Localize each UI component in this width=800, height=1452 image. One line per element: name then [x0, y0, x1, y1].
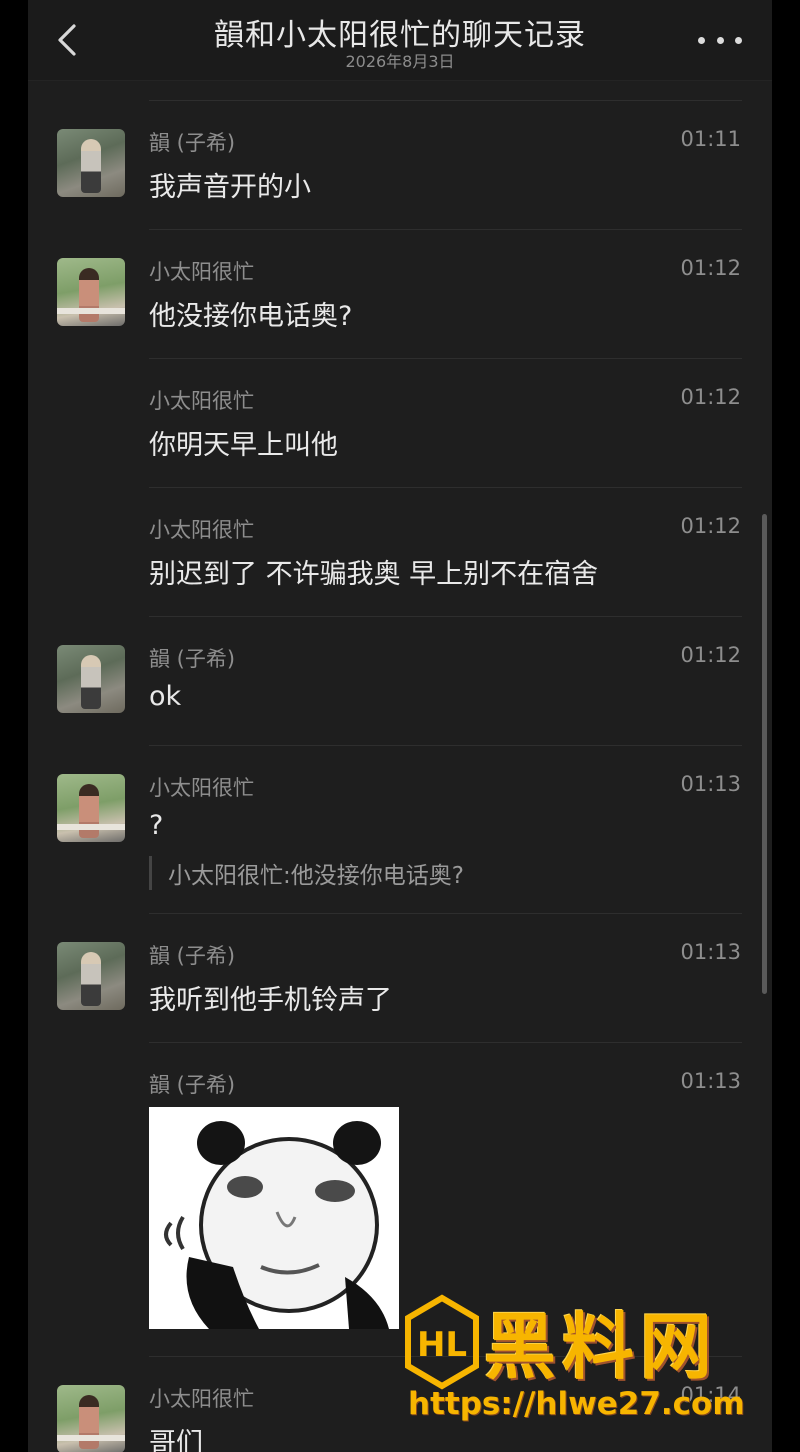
sender-name: 小太阳很忙 [149, 260, 254, 284]
watermark-url: https://hlwe27.com [408, 1386, 745, 1422]
watermark: HL 黑料网 https://hlwe27.com [398, 1294, 778, 1434]
message-item[interactable]: 韻 (子希) 01:12 ok [28, 617, 772, 746]
chat-date: 2026年8月3日 [345, 52, 455, 71]
message-item[interactable]: 小太阳很忙 01:12 你明天早上叫他 [28, 359, 772, 488]
message-time: 01:13 [680, 940, 741, 964]
message-text: 哥们 [149, 1428, 203, 1452]
avatar[interactable] [57, 258, 125, 326]
sender-name: 韻 (子希) [149, 944, 236, 968]
message-text: 别迟到了 不许骗我奥 早上别不在宿舍 [149, 559, 599, 590]
message-item[interactable]: 韻 (子希) 01:13 我听到他手机铃声了 [28, 914, 772, 1043]
message-item[interactable]: 小太阳很忙 01:13 ? 小太阳很忙:他没接你电话奥? [28, 746, 772, 914]
sender-name: 小太阳很忙 [149, 1387, 254, 1411]
watermark-brand: 黑料网 [484, 1305, 719, 1389]
sender-name: 小太阳很忙 [149, 776, 254, 800]
message-item[interactable]: 小太阳很忙 01:12 别迟到了 不许骗我奥 早上别不在宿舍 [28, 488, 772, 617]
quoted-message[interactable]: 小太阳很忙:他没接你电话奥? [149, 856, 464, 890]
svg-text:HL: HL [417, 1325, 467, 1365]
sender-name: 小太阳很忙 [149, 518, 254, 542]
avatar[interactable] [57, 129, 125, 197]
message-time: 01:12 [680, 256, 741, 280]
avatar[interactable] [57, 774, 125, 842]
message-item[interactable]: 小太阳很忙 01:12 他没接你电话奥? [28, 230, 772, 359]
message-text: 我听到他手机铃声了 [149, 985, 392, 1016]
sender-name: 小太阳很忙 [149, 389, 254, 413]
avatar[interactable] [57, 1385, 125, 1452]
sender-name: 韻 (子希) [149, 1073, 236, 1097]
sender-name: 韻 (子希) [149, 131, 236, 155]
avatar[interactable] [57, 942, 125, 1010]
message-time: 01:11 [680, 127, 741, 151]
message-time: 01:12 [680, 385, 741, 409]
watermark-logo-icon: HL [405, 1294, 479, 1390]
message-time: 01:13 [680, 772, 741, 796]
scrollbar[interactable] [762, 514, 767, 994]
message-text: 你明天早上叫他 [149, 430, 338, 461]
sender-name: 韻 (子希) [149, 647, 236, 671]
message-time: 01:13 [680, 1069, 741, 1093]
header-bar: 韻和小太阳很忙的聊天记录 2026年8月3日 [28, 0, 772, 81]
avatar[interactable] [57, 645, 125, 713]
message-text: 我声音开的小 [149, 172, 311, 203]
message-text: 他没接你电话奥? [149, 301, 353, 332]
chat-history-screen: 韻和小太阳很忙的聊天记录 2026年8月3日 韻 (子希) 01:11 我声音开… [28, 0, 772, 1452]
panda-meme-sticker[interactable] [149, 1107, 399, 1329]
message-text: ? [149, 810, 164, 841]
more-options-icon[interactable] [698, 30, 742, 50]
message-item[interactable]: 韻 (子希) 01:11 我声音开的小 [28, 101, 772, 230]
message-text: ok [149, 681, 182, 712]
message-time: 01:12 [680, 643, 741, 667]
message-time: 01:12 [680, 514, 741, 538]
